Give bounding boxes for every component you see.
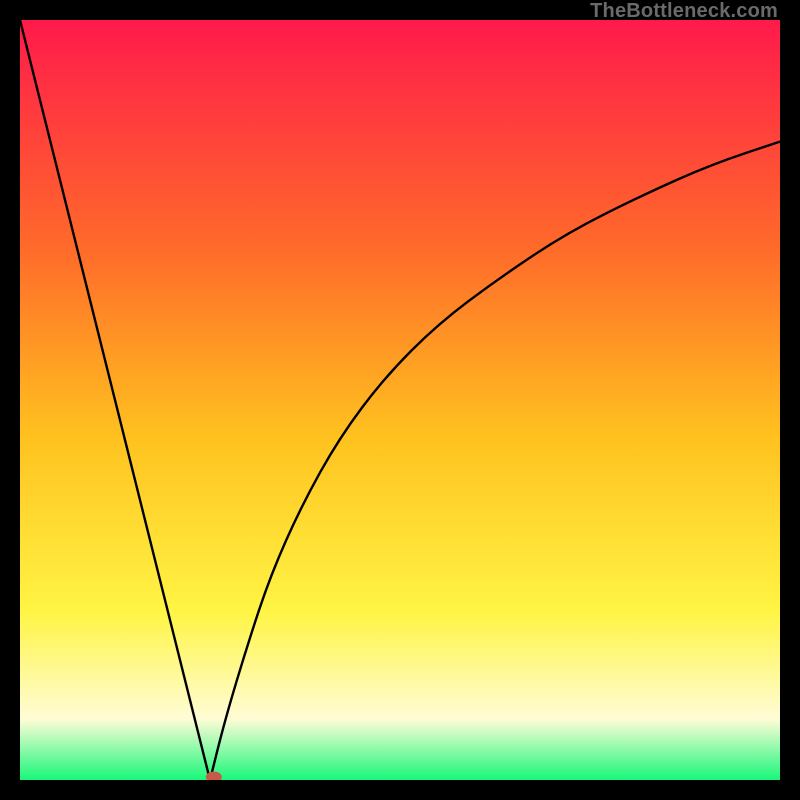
chart-canvas <box>20 20 780 780</box>
gradient-background <box>20 20 780 780</box>
attribution-label: TheBottleneck.com <box>590 0 778 23</box>
chart-frame: TheBottleneck.com <box>0 0 800 800</box>
plot-area <box>20 20 780 780</box>
